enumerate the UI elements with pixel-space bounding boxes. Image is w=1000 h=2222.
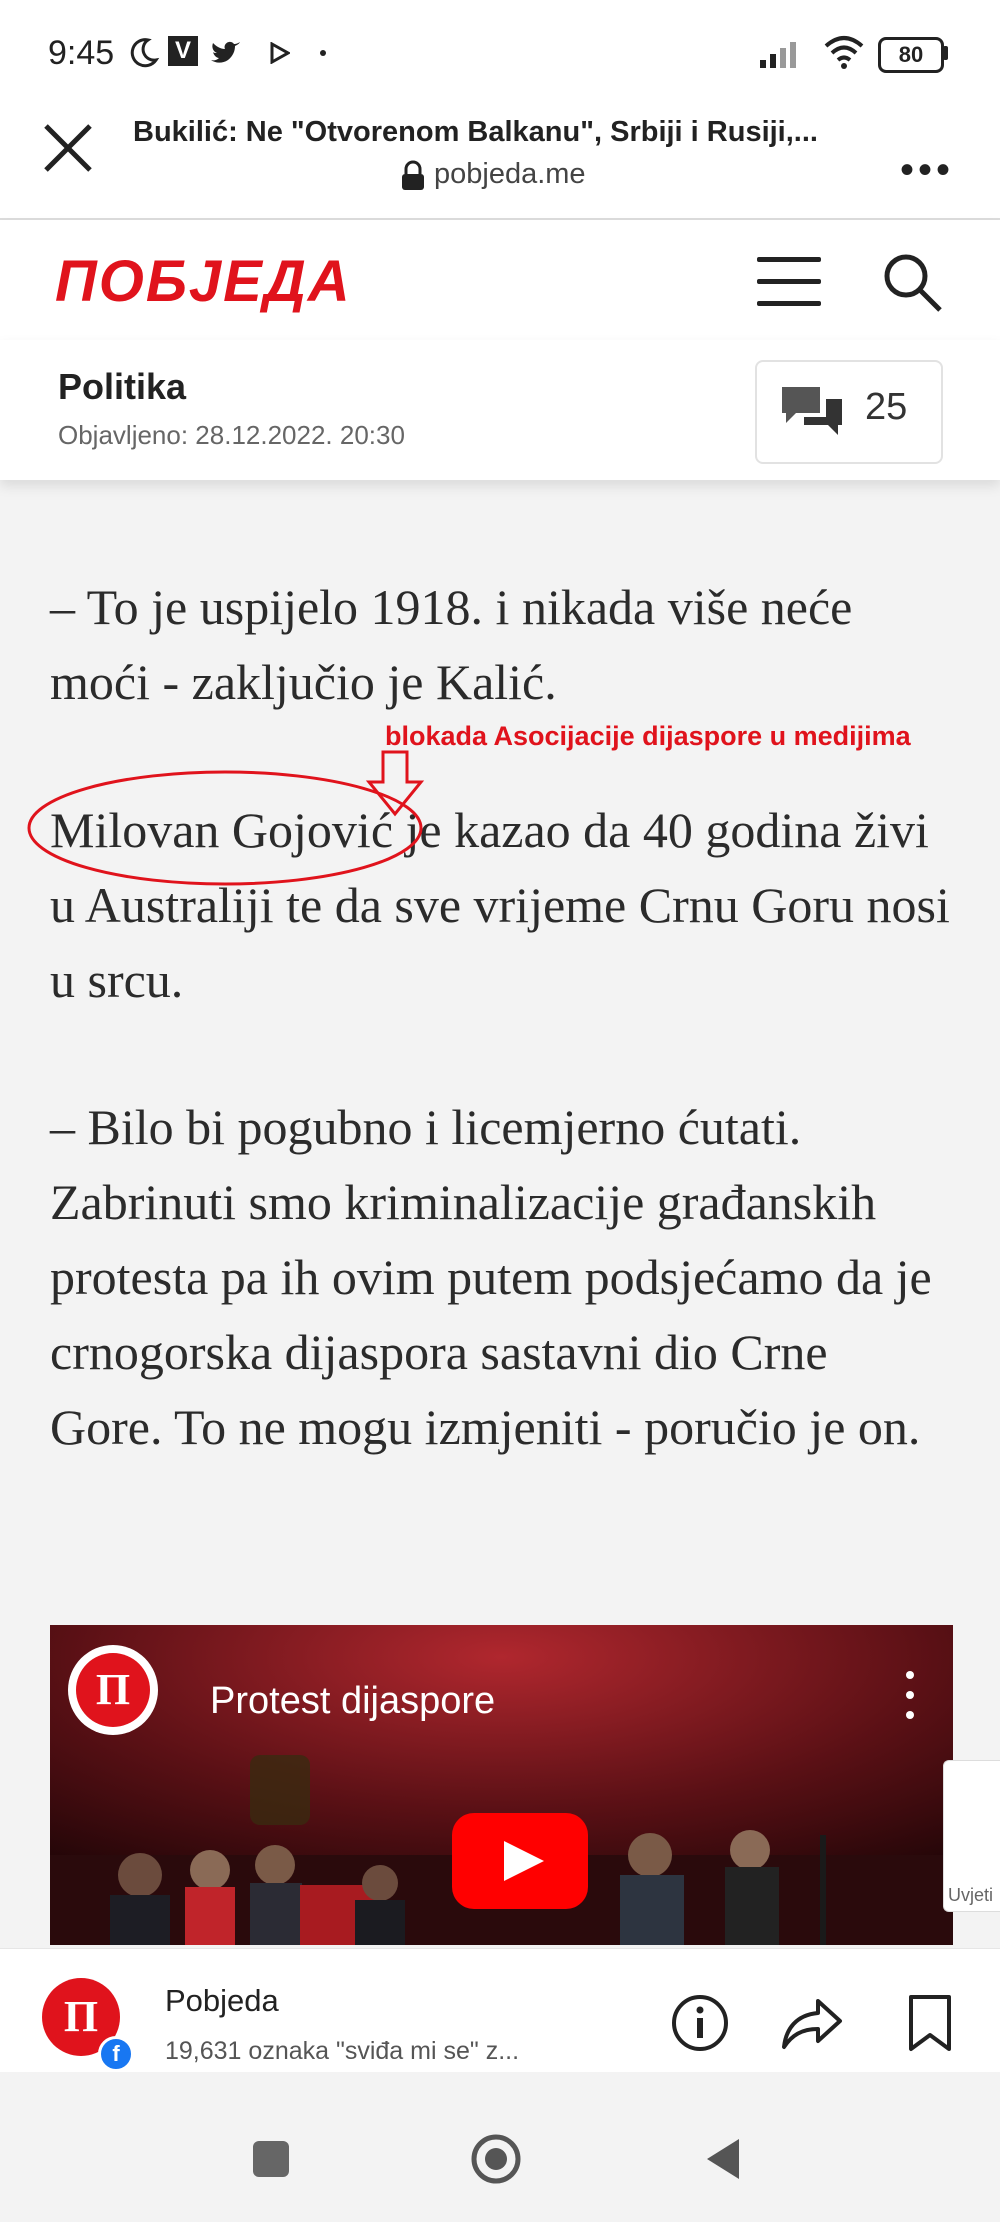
article-paragraph-1: – To je uspijelo 1918. i nikada više neć… — [50, 579, 853, 710]
category-title[interactable]: Politika — [58, 366, 186, 408]
wifi-icon — [824, 36, 864, 69]
v-app-icon: V — [168, 36, 198, 66]
twitter-icon — [211, 41, 240, 63]
browser-url[interactable]: pobjeda.me — [434, 158, 586, 191]
facebook-icon: f — [98, 2036, 134, 2072]
video-title[interactable]: Protest dijaspore — [210, 1680, 495, 1723]
home-button[interactable] — [470, 2133, 522, 2185]
article-paragraph-3: – Bilo bi pogubno i licemjerno ćutati. Z… — [50, 1099, 932, 1455]
moon-icon — [130, 38, 160, 68]
play-store-icon — [270, 42, 290, 64]
hamburger-menu-icon[interactable] — [757, 257, 821, 307]
page-likes: 19,631 oznaka "sviđa mi se" z... — [165, 2037, 520, 2065]
back-button[interactable] — [703, 2137, 743, 2181]
share-icon[interactable] — [780, 1995, 844, 2053]
dot-icon — [320, 50, 326, 56]
browser-page-title: Bukilić: Ne "Otvorenom Balkanu", Srbiji … — [133, 116, 818, 148]
lock-icon — [402, 160, 424, 190]
search-icon[interactable] — [880, 250, 944, 314]
info-icon[interactable] — [670, 1993, 730, 2053]
side-badge-label: Uvjeti — [948, 1885, 994, 1905]
signal-icon — [760, 42, 796, 68]
close-icon[interactable] — [40, 120, 100, 180]
annotation-circle — [27, 770, 423, 886]
battery-icon: 80 — [878, 37, 944, 73]
play-icon — [504, 1841, 544, 1881]
site-logo[interactable]: ПОБЈЕДА — [55, 248, 352, 315]
cut-off-line — [50, 455, 950, 483]
battery-tip — [943, 46, 948, 60]
recent-apps-button[interactable] — [253, 2141, 289, 2177]
play-button[interactable] — [452, 1813, 588, 1909]
status-time: 9:45 — [48, 34, 115, 72]
published-date: Objavljeno: 28.12.2022. 20:30 — [58, 420, 405, 450]
channel-logo[interactable]: П — [68, 1645, 158, 1735]
comment-count: 25 — [865, 386, 908, 428]
annotation-text: blokada Asocijacije dijaspore u medijima — [385, 721, 911, 751]
bookmark-icon[interactable] — [905, 1993, 955, 2053]
page-name[interactable]: Pobjeda — [165, 1983, 279, 2019]
comments-icon — [782, 387, 842, 435]
more-options-button[interactable]: ••• — [900, 148, 954, 193]
video-embed[interactable]: П Protest dijaspore — [50, 1625, 953, 1945]
video-menu-icon[interactable] — [900, 1665, 920, 1725]
